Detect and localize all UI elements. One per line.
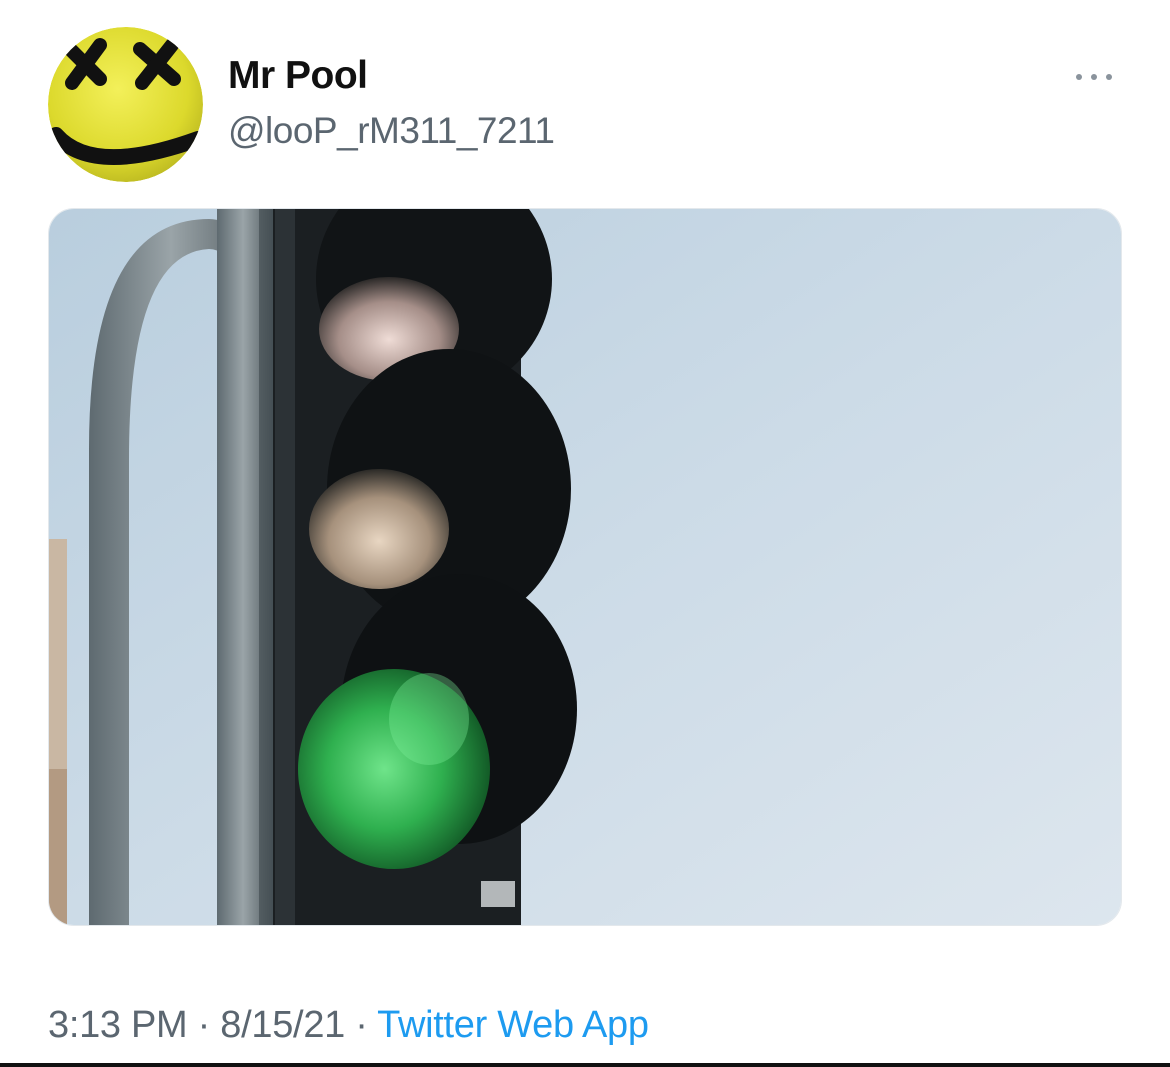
traffic-light-photo — [49, 209, 1121, 925]
author-handle[interactable]: @looP_rM311_7211 — [228, 110, 555, 152]
tweet-photo[interactable] — [48, 208, 1122, 926]
more-options-button[interactable] — [1068, 62, 1120, 92]
tweet-source-link[interactable]: Twitter Web App — [377, 1004, 649, 1046]
tweet-card: Mr Pool @looP_rM311_7211 3:13 PM · 8/15/… — [0, 0, 1170, 1067]
yellow-smiley-x-eyes-icon — [48, 27, 203, 182]
meta-separator-2: · — [344, 1004, 378, 1046]
meta-separator: · — [187, 1004, 221, 1046]
tweet-meta: 3:13 PM · 8/15/21 · Twitter Web App — [48, 1004, 649, 1047]
tweet-time[interactable]: 3:13 PM — [48, 1004, 188, 1046]
author-display-name[interactable]: Mr Pool — [228, 54, 368, 98]
avatar[interactable] — [48, 27, 203, 182]
bottom-divider — [0, 1063, 1170, 1067]
tweet-date[interactable]: 8/15/21 — [220, 1004, 345, 1046]
